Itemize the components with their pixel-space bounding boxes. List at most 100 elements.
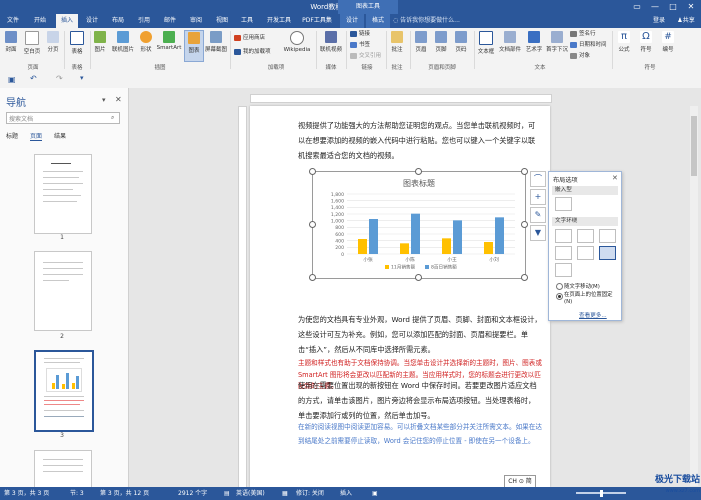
- tab-home[interactable]: 开始: [28, 14, 52, 28]
- footer-button[interactable]: 页脚: [432, 30, 450, 60]
- macro-icon[interactable]: ▦: [282, 487, 288, 500]
- signature-line-button[interactable]: 签名行: [570, 30, 596, 39]
- resize-handle-left[interactable]: [309, 221, 316, 228]
- tab-references[interactable]: 引用: [132, 14, 156, 28]
- vertical-ruler[interactable]: [238, 106, 247, 488]
- scrollbar-thumb[interactable]: [691, 116, 697, 176]
- paragraph-video[interactable]: 视频提供了功能强大的方法帮助您证明您的观点。当您单击联机视频时，可以在想要添加的…: [298, 118, 542, 163]
- store-button[interactable]: 应用商店: [234, 34, 265, 43]
- symbol-button[interactable]: Ω 符号: [636, 30, 656, 60]
- drop-cap-button[interactable]: 首字下沉: [546, 30, 568, 60]
- status-track[interactable]: 修订: 关闭: [296, 487, 324, 500]
- restore-ribbon-icon[interactable]: ▭: [630, 1, 644, 13]
- nav-search-input[interactable]: 搜索文档 ⌕: [6, 112, 120, 124]
- bar[interactable]: [400, 243, 409, 254]
- save-icon[interactable]: ▣: [8, 75, 16, 84]
- wikipedia-button[interactable]: Wikipedia: [282, 30, 312, 60]
- nav-close-icon[interactable]: ✕: [115, 95, 122, 104]
- my-addins-button[interactable]: 我的加载项: [234, 48, 271, 57]
- see-more-link[interactable]: 查看更多...: [579, 311, 607, 319]
- login-link[interactable]: 登录: [650, 14, 668, 28]
- blank-page-button[interactable]: 空白页: [22, 30, 42, 60]
- page-break-button[interactable]: 分页: [44, 30, 62, 60]
- comment-button[interactable]: 批注: [388, 30, 406, 60]
- paragraph-professional[interactable]: 为使您的文档具有专业外观，Word 提供了页眉、页脚、封面和文本框设计，这些设计…: [298, 312, 542, 357]
- undo-icon[interactable]: ↶: [30, 74, 37, 83]
- inline-wrap-icon[interactable]: [555, 197, 572, 211]
- tab-developer[interactable]: 开发工具: [262, 14, 296, 28]
- header-button[interactable]: 页眉: [412, 30, 430, 60]
- in-front-text-icon[interactable]: [599, 246, 616, 260]
- tab-review[interactable]: 审阅: [184, 14, 208, 28]
- status-words[interactable]: 2912 个字: [178, 487, 207, 500]
- wordart-button[interactable]: 艺术字: [524, 30, 544, 60]
- object-button[interactable]: 对象: [570, 52, 590, 61]
- status-mode[interactable]: 插入: [340, 487, 352, 500]
- bar[interactable]: [453, 220, 462, 254]
- customize-qat-icon[interactable]: ▾: [80, 74, 84, 82]
- page-thumbnail-4[interactable]: [34, 450, 92, 489]
- bar[interactable]: [369, 219, 378, 254]
- tell-me-search[interactable]: ◌ 告诉我你想要做什么...: [393, 16, 513, 26]
- status-language[interactable]: 英语(美国): [236, 487, 265, 500]
- resize-handle-top-left[interactable]: [309, 168, 316, 175]
- status-section[interactable]: 节: 3: [70, 487, 84, 500]
- paragraph-buttons[interactable]: 使用在需要位置出现的新按钮在 Word 中保存时间。若要更改图片适应文档的方式，…: [298, 378, 542, 423]
- chart-button[interactable]: 图表: [184, 30, 204, 62]
- accessibility-icon[interactable]: ▣: [372, 487, 378, 500]
- chart-object[interactable]: 图表标题 0 200 400 600 800 1,000 1,200 1,400 1,600 1,…: [312, 171, 526, 279]
- document-page[interactable]: 视频提供了功能强大的方法帮助您证明您的观点。当您单击联机视频时，可以在想要添加的…: [250, 106, 550, 487]
- tight-wrap-icon[interactable]: [577, 229, 594, 243]
- share-button[interactable]: ♟共享: [674, 14, 698, 28]
- tab-design[interactable]: 设计: [80, 14, 104, 28]
- tab-tools[interactable]: 工具: [236, 14, 258, 28]
- chart-styles-button[interactable]: ✎: [530, 207, 546, 223]
- resize-handle-bottom-left[interactable]: [309, 274, 316, 281]
- resize-handle-bottom[interactable]: [415, 274, 422, 281]
- search-icon[interactable]: ⌕: [111, 114, 114, 122]
- maximize-button[interactable]: □: [666, 1, 680, 13]
- cover-button[interactable]: 封面: [2, 30, 20, 60]
- bar[interactable]: [484, 242, 493, 254]
- minimize-button[interactable]: —: [648, 1, 662, 13]
- screenshot-button[interactable]: 屏幕截图: [204, 30, 228, 60]
- tab-view[interactable]: 视图: [210, 14, 234, 28]
- resize-handle-top-right[interactable]: [521, 168, 528, 175]
- page-thumbnail-2[interactable]: [34, 251, 92, 331]
- chart-elements-button[interactable]: +: [530, 189, 546, 205]
- bar[interactable]: [442, 238, 451, 254]
- nav-options-icon[interactable]: ▾: [102, 96, 106, 104]
- online-video-button[interactable]: 联机视频: [318, 30, 344, 60]
- textbox-button[interactable]: 文本框: [476, 30, 496, 60]
- page-thumbnail-3[interactable]: [34, 350, 94, 432]
- tab-file[interactable]: 文件: [2, 14, 24, 28]
- nav-tab-pages[interactable]: 页面: [30, 131, 43, 141]
- paragraph-reading[interactable]: 在新的阅读视图中阅读更加容易。可以折叠文档某些部分并关注所需文本。如果在达到结尾…: [298, 420, 542, 448]
- table-button[interactable]: 表格: [66, 30, 88, 60]
- close-button[interactable]: ✕: [684, 1, 698, 13]
- proofing-icon[interactable]: ▤: [224, 487, 230, 500]
- vertical-scrollbar[interactable]: [690, 106, 698, 486]
- tab-insert[interactable]: 插入: [56, 14, 78, 28]
- bar[interactable]: [411, 213, 420, 254]
- tab-mailings[interactable]: 邮件: [158, 14, 182, 28]
- square-wrap-icon[interactable]: [555, 229, 572, 243]
- close-icon[interactable]: ✕: [612, 174, 618, 182]
- page-number-button[interactable]: 页码: [452, 30, 470, 60]
- link-button[interactable]: 链接: [350, 30, 370, 39]
- resize-handle-top[interactable]: [415, 168, 422, 175]
- tab-chart-design[interactable]: 设计: [340, 14, 364, 28]
- resize-handle-right[interactable]: [521, 221, 528, 228]
- numbering-button[interactable]: # 编号: [658, 30, 678, 60]
- picture-button[interactable]: 图片: [92, 30, 108, 60]
- status-page[interactable]: 第 3 页，共 3 页: [4, 487, 49, 500]
- quick-parts-button[interactable]: 文档部件: [498, 30, 522, 60]
- horizontal-ruler[interactable]: [250, 94, 552, 103]
- smartart-button[interactable]: SmartArt: [156, 30, 182, 60]
- layout-options-button[interactable]: ⌒: [530, 171, 546, 187]
- nav-tab-results[interactable]: 结果: [54, 131, 66, 140]
- top-bottom-wrap-icon[interactable]: [555, 246, 572, 260]
- shapes-button[interactable]: 形状: [138, 30, 154, 60]
- tab-pdf-tools[interactable]: PDF工具集: [300, 14, 334, 28]
- bar[interactable]: [495, 217, 504, 254]
